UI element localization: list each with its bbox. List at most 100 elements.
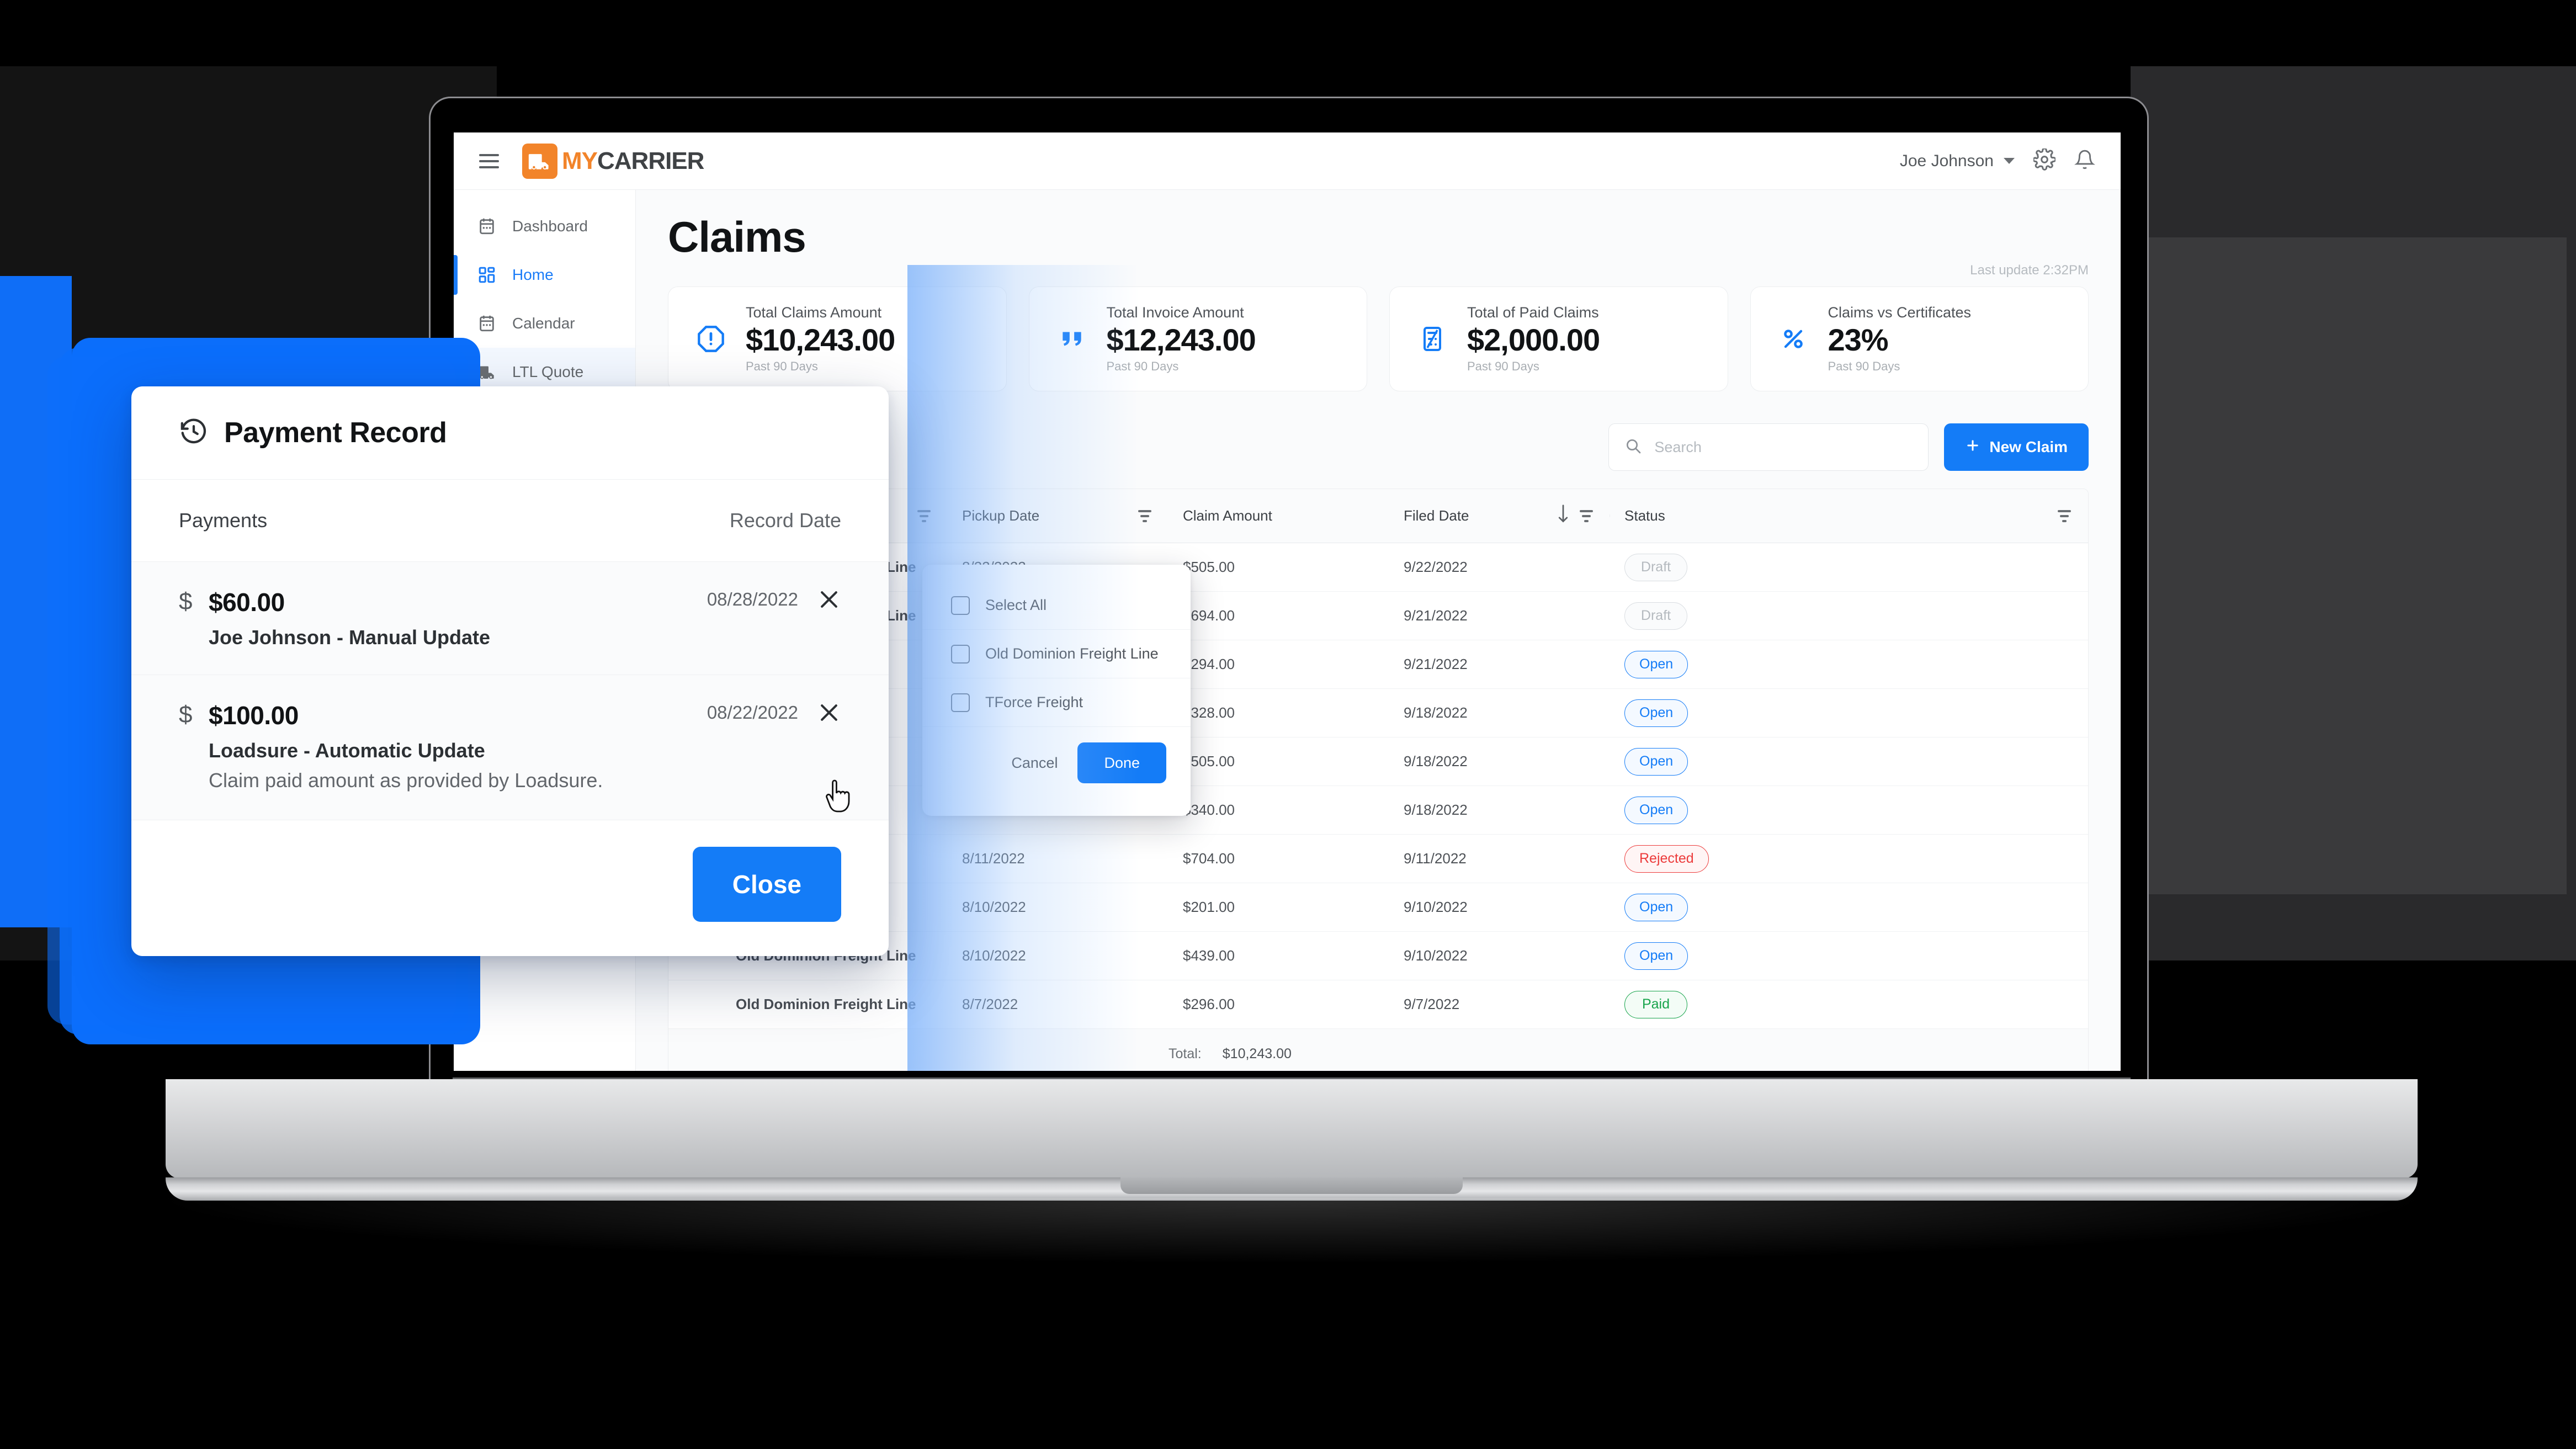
status-badge: Draft xyxy=(1624,553,1687,581)
desk-reflection xyxy=(144,1198,2440,1264)
payment-note: Claim paid amount as provided by Loadsur… xyxy=(209,769,603,792)
screenshot-stage: MYCARRIER Joe Johnson Dashboard Home Cal… xyxy=(0,0,2576,1449)
sidebar-item-dashboard[interactable]: Dashboard xyxy=(454,202,635,251)
payment-author: Loadsure - Automatic Update xyxy=(209,739,485,762)
cell-filed-date: 9/21/2022 xyxy=(1404,656,1468,672)
payment-date: 08/22/2022 xyxy=(707,702,798,723)
cell-status: Draft xyxy=(1610,602,2088,630)
payment-amount: $100.00 xyxy=(209,701,299,730)
remove-payment-icon[interactable] xyxy=(817,700,841,725)
user-name-label[interactable]: Joe Johnson xyxy=(1900,152,1994,171)
page-title: Claims xyxy=(668,213,806,261)
sidebar-item-label: LTL Quote xyxy=(512,363,584,380)
header-claim-amount[interactable]: Claim Amount xyxy=(1169,507,1389,524)
filter-icon[interactable] xyxy=(915,507,933,526)
dollar-icon: $ xyxy=(179,701,193,728)
kpi-card-row: Total Claims Amount $10,243.00 Past 90 D… xyxy=(668,286,2089,391)
header-pickup-date[interactable]: Pickup Date xyxy=(948,507,1169,526)
checkbox-select-all[interactable] xyxy=(951,596,970,615)
dollar-icon: $ xyxy=(179,588,193,615)
filter-option-tforce-freight[interactable]: TForce Freight xyxy=(922,678,1191,727)
modal-header: Payment Record xyxy=(131,386,889,479)
kpi-card-total-of-paid-claims: Total of Paid Claims $2,000.00 Past 90 D… xyxy=(1389,286,1728,391)
kpi-sub: Past 90 Days xyxy=(1828,359,1900,373)
search-box[interactable] xyxy=(1608,423,1929,471)
status-badge: Paid xyxy=(1624,990,1687,1018)
new-claim-label: New Claim xyxy=(1989,438,2068,455)
cell-pickup-date: 8/7/2022 xyxy=(962,996,1018,1012)
filter-option-old-dominion-freight-line[interactable]: Old Dominion Freight Line xyxy=(922,630,1191,678)
checkbox-old-dominion[interactable] xyxy=(951,644,970,664)
last-update-label: Last update 2:32PM xyxy=(1970,263,2089,278)
status-badge: Draft xyxy=(1624,602,1687,630)
history-clock-icon xyxy=(179,417,209,449)
filter-icon[interactable] xyxy=(2055,507,2074,526)
carrier-filter-popup: Select All Old Dominion Freight Line TFo… xyxy=(922,565,1191,816)
search-icon xyxy=(1624,437,1642,458)
app-logo[interactable]: MYCARRIER xyxy=(522,143,704,179)
cell-status: Open xyxy=(1610,893,2088,921)
cell-claim-amount: $296.00 xyxy=(1183,996,1235,1012)
header-label: Claim Amount xyxy=(1183,507,1272,524)
cell-status: Paid xyxy=(1610,990,2088,1018)
cell-filed-date: 9/7/2022 xyxy=(1404,996,1460,1012)
gear-icon[interactable] xyxy=(2032,147,2057,173)
cell-status: Draft xyxy=(1610,553,2088,581)
chevron-down-icon[interactable] xyxy=(2004,158,2015,164)
sort-descending-icon[interactable] xyxy=(1557,505,1569,527)
status-badge: Open xyxy=(1624,747,1688,776)
header-label: Status xyxy=(1624,507,1665,524)
header-status[interactable]: Status xyxy=(1610,507,2088,526)
cell-status: Open xyxy=(1610,699,2088,727)
laptop-front-notch xyxy=(1120,1177,1463,1194)
cell-pickup-date: 8/10/2022 xyxy=(962,899,1026,915)
cell-filed-date: 9/21/2022 xyxy=(1404,607,1468,624)
cell-claim-amount: $505.00 xyxy=(1183,559,1235,575)
sidebar-item-calendar[interactable]: Calendar xyxy=(454,299,635,348)
filter-cancel-button[interactable]: Cancel xyxy=(1011,755,1058,772)
cell-pickup-date: 8/11/2022 xyxy=(962,850,1025,867)
filter-icon[interactable] xyxy=(1135,507,1154,526)
calculator-icon xyxy=(1415,322,1449,356)
filter-done-button[interactable]: Done xyxy=(1077,742,1166,783)
hamburger-menu-icon[interactable] xyxy=(479,153,499,168)
background-monitor-right-inner xyxy=(2142,237,2567,894)
bell-icon[interactable] xyxy=(2074,149,2095,173)
truck-logo-icon xyxy=(522,143,557,179)
alert-octagon-icon xyxy=(694,322,728,356)
cell-claim-amount: $704.00 xyxy=(1183,850,1235,867)
new-claim-button[interactable]: New Claim xyxy=(1944,423,2089,471)
filter-option-select-all[interactable]: Select All xyxy=(922,581,1191,630)
close-button[interactable]: Close xyxy=(692,846,841,922)
cell-claim-amount: $505.00 xyxy=(1183,753,1235,769)
payment-record-modal: Payment Record Payments Record Date $ $6… xyxy=(131,386,889,956)
cell-claim-amount: $201.00 xyxy=(1183,899,1235,915)
calendar-icon xyxy=(476,312,498,335)
kpi-value: $12,243.00 xyxy=(1106,322,1256,358)
table-row[interactable]: Old Dominion Freight Line 8/7/2022 $296.00… xyxy=(668,980,2088,1029)
search-input[interactable] xyxy=(1654,438,1913,456)
sidebar-item-label: Dashboard xyxy=(512,217,588,235)
header-filed-date[interactable]: Filed Date xyxy=(1389,505,1610,527)
cell-carrier: Old Dominion Freight Line xyxy=(736,996,916,1012)
modal-title: Payment Record xyxy=(224,417,447,449)
laptop-base xyxy=(166,1079,2418,1179)
sidebar-item-home[interactable]: Home xyxy=(454,251,635,299)
status-badge: Open xyxy=(1624,893,1688,921)
kpi-card-total-claims-amount: Total Claims Amount $10,243.00 Past 90 D… xyxy=(668,286,1007,391)
kpi-card-total-invoice-amount: Total Invoice Amount $12,243.00 Past 90 … xyxy=(1028,286,1367,391)
record-date-column-label: Record Date xyxy=(729,509,841,532)
remove-payment-icon[interactable] xyxy=(817,587,841,612)
cell-filed-date: 9/22/2022 xyxy=(1404,559,1468,575)
checkbox-tforce-freight[interactable] xyxy=(951,693,970,712)
kpi-value: 23% xyxy=(1828,322,1889,358)
topbar-right-group: Joe Johnson xyxy=(1900,147,2095,173)
cell-filed-date: 9/10/2022 xyxy=(1404,899,1468,915)
payment-date: 08/28/2022 xyxy=(707,589,798,609)
filter-icon[interactable] xyxy=(1577,507,1596,526)
total-label: Total: xyxy=(1169,1046,1202,1061)
table-total-row: Total: $10,243.00 xyxy=(668,1029,2088,1071)
cell-filed-date: 9/18/2022 xyxy=(1404,753,1468,769)
kpi-label: Total of Paid Claims xyxy=(1467,304,1599,321)
payment-row: $ $100.00 08/22/2022 Loadsure - Automati… xyxy=(131,675,889,820)
